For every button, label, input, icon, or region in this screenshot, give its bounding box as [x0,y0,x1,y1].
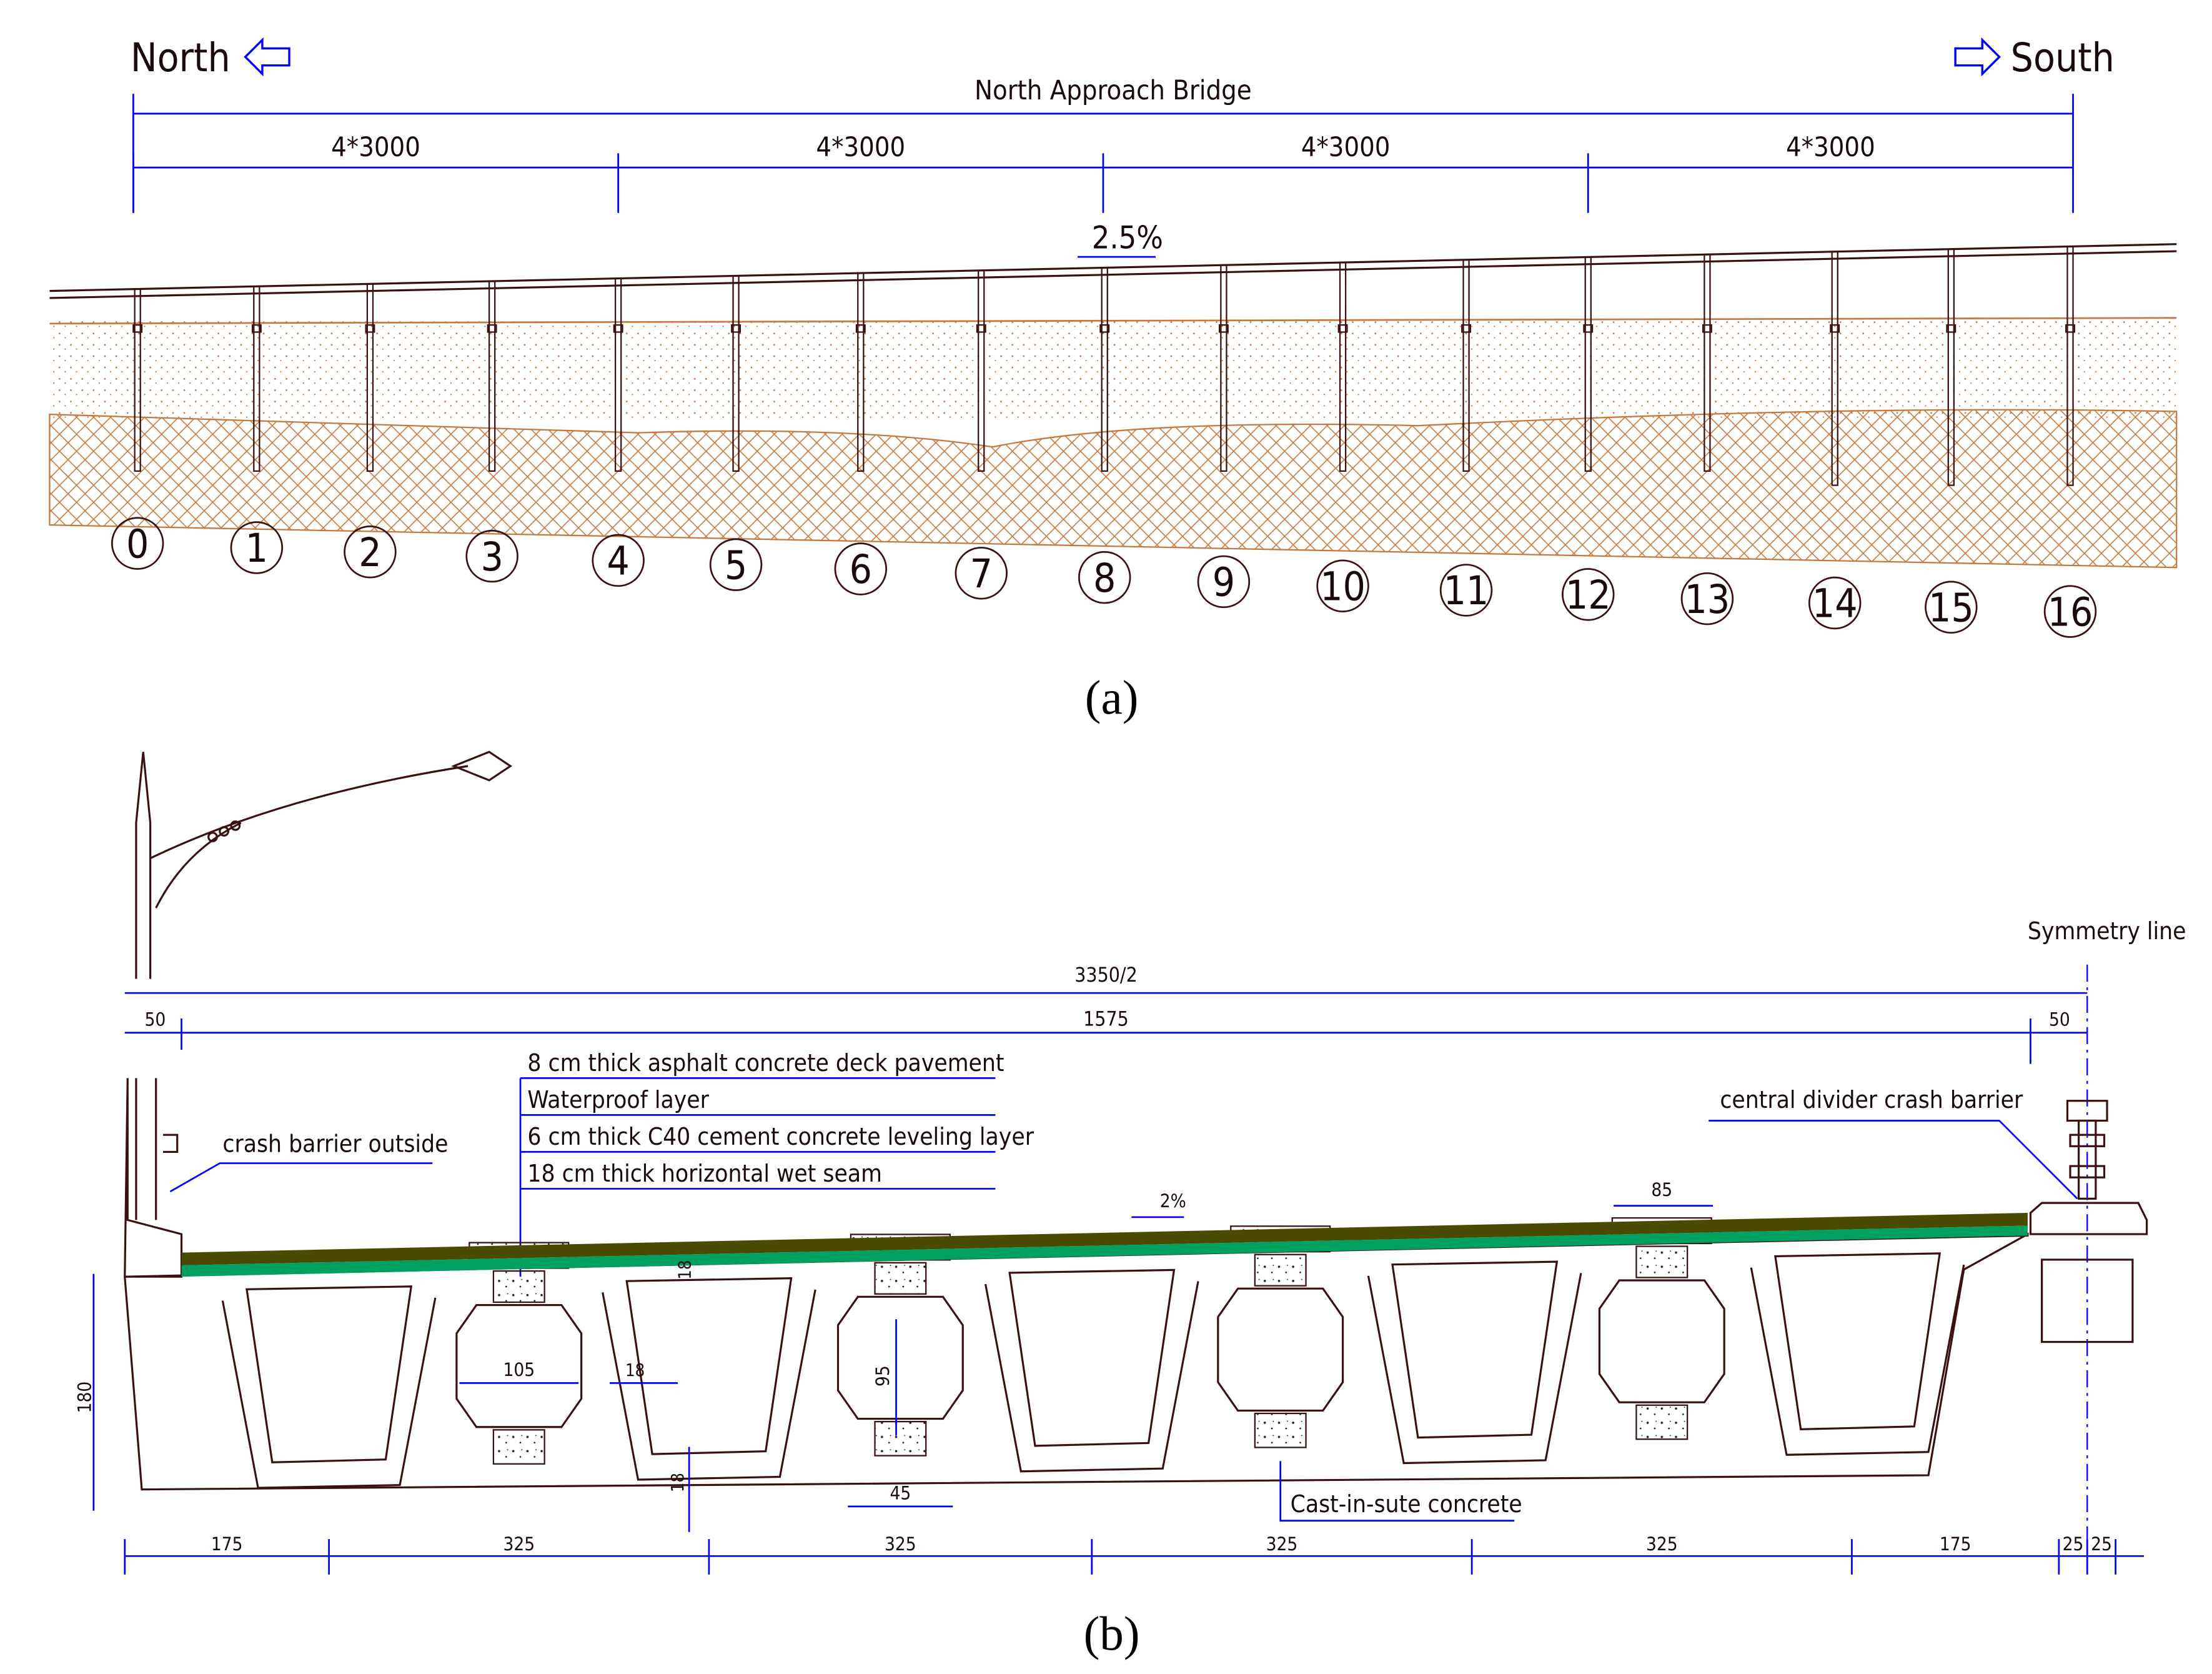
pier-number: 0 [126,521,149,567]
hinge-concrete [1635,1245,1689,1278]
layer-label: 18 cm thick horizontal wet seam [527,1160,882,1188]
pier-number: 7 [970,551,993,597]
cross-section: Symmetry line 3350/2 50 1575 50 8 cm thi… [74,750,2186,1660]
hinge-void [1217,1287,1344,1412]
pier-number: 8 [1093,555,1116,601]
south-arrow-icon [1954,37,2001,77]
bottom-dim-label: 25 [2063,1533,2084,1555]
symmetry-line-label: Symmetry line [2028,917,2186,945]
pier-number: 4 [607,538,629,584]
central-barrier-label: central divider crash barrier [1720,1086,2023,1114]
caption-b: (b) [1084,1607,1140,1660]
north-label: North [131,34,231,81]
span-label: 4*3000 [331,132,420,163]
pier-number: 1 [246,525,268,571]
bridge-figure: North South North Approach Bridge 4*3000… [49,34,2186,1660]
girder-void [1391,1260,1559,1439]
deck-slope-label: 2% [1160,1190,1186,1212]
girder-void [246,1285,413,1463]
pier-number: 9 [1213,559,1235,605]
bottom-thickness-label: 18 [668,1473,688,1492]
layer-label: 8 cm thick asphalt concrete deck pavemen… [527,1049,1004,1077]
bottom-concrete [1254,1412,1307,1448]
street-lamp-icon [124,750,513,1278]
layer-label: 6 cm thick C40 cement concrete leveling … [527,1123,1034,1151]
cast-in-situ-label: Cast-in-sute concrete [1291,1490,1522,1518]
south-label: South [2011,34,2115,81]
bottom-dim-label: 325 [503,1533,535,1555]
web-thickness-label: 18 [625,1361,645,1380]
girder-void [1774,1252,1942,1430]
pier-number: 6 [850,546,872,592]
crash-barrier-outside-label: crash barrier outside [222,1130,448,1158]
pier-number: 5 [725,542,747,588]
bottom-concrete [492,1429,545,1465]
bottom-concrete [1635,1404,1689,1440]
height-label: 180 [74,1382,95,1413]
bottom-concrete [874,1420,927,1457]
girder-web [602,1289,816,1481]
hinge-concrete [1254,1253,1307,1287]
pier-number: 3 [480,534,503,580]
pier-number: 11 [1444,567,1489,614]
pier-number: 14 [1812,580,1858,627]
span-label: 4*3000 [1786,132,1875,163]
pier-number: 2 [359,529,381,575]
bottom-dim-label: 25 [2091,1533,2112,1555]
north-arrow-icon [244,37,290,77]
pier-number: 13 [1685,576,1730,622]
bottom-dim-label: 325 [885,1533,916,1555]
girder-web [221,1297,437,1489]
hinge-concrete [874,1262,927,1295]
bottom-dim-label: 325 [1646,1533,1678,1555]
slab-thickness-label: 18 [675,1260,695,1280]
caption-a: (a) [1085,670,1139,724]
bottom-dim-label: 175 [211,1533,243,1555]
total-width-label: 3350/2 [1074,964,1138,987]
girder-void [1008,1268,1176,1447]
pier-number: 16 [2048,589,2093,635]
span-label: 4*3000 [816,132,905,163]
joint-width-label: 45 [890,1483,911,1504]
girder-web [984,1281,1199,1473]
void-height-label: 95 [872,1365,893,1387]
main-width-label: 1575 [1083,1008,1129,1030]
girder-web [1750,1264,1965,1456]
pier-number: 10 [1320,563,1366,609]
bottom-dim-label: 175 [1940,1533,1971,1555]
girder-web [1367,1273,1582,1465]
slope-label: 2.5% [1092,220,1163,256]
longitudinal-profile: North South North Approach Bridge 4*3000… [49,34,2178,724]
girder-void [625,1277,793,1455]
hinge-concrete [492,1270,545,1303]
left-edge-label: 50 [145,1009,166,1030]
hinge-width-label: 85 [1651,1179,1672,1200]
right-edge-label: 50 [2049,1009,2070,1030]
bridge-title: North Approach Bridge [975,75,1252,106]
void-width-label: 105 [503,1359,535,1380]
soil-upper-layer [49,319,2177,419]
layer-label: Waterproof layer [527,1086,709,1114]
bottom-dim-label: 325 [1266,1533,1298,1555]
hinge-void [1598,1279,1725,1403]
hinge-void [836,1295,964,1420]
pier-number: 12 [1565,572,1611,618]
central-barrier-icon [2029,1100,2148,1343]
pier-number: 15 [1928,584,1974,630]
span-label: 4*3000 [1301,132,1391,163]
